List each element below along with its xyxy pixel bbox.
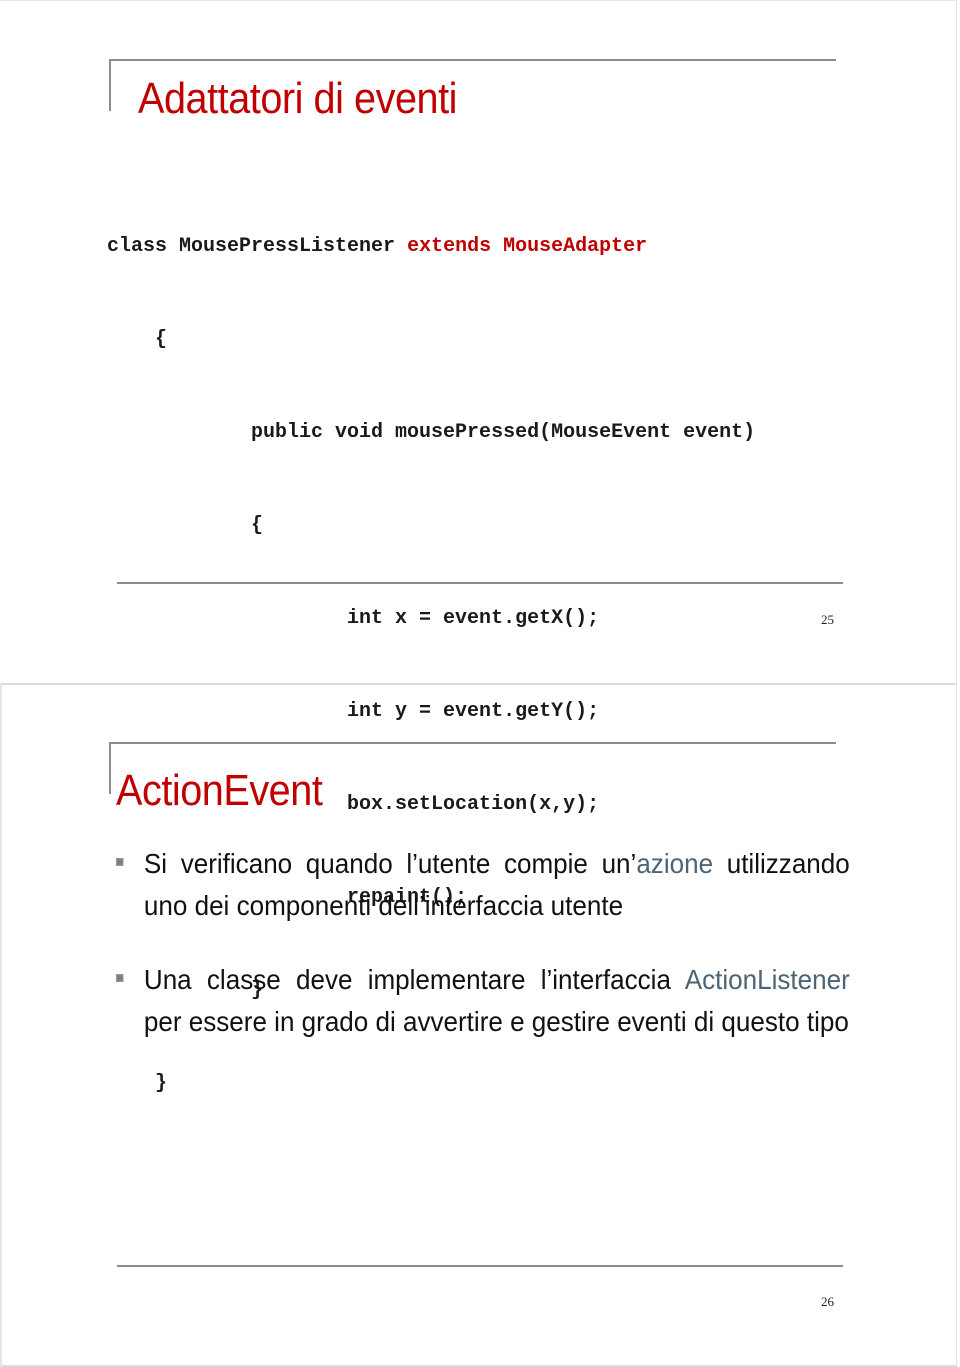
bullet-list: Si verificano quando l’utente compie un’… — [116, 843, 850, 1075]
square-bullet-icon — [116, 974, 124, 982]
bullet-text: Si verificano quando l’utente compie un’ — [143, 848, 637, 879]
slide-title: ActionEvent — [116, 766, 323, 815]
page-number: 25 — [821, 612, 834, 627]
bullet-item: Una classe deve implementare l’interfacc… — [116, 959, 850, 1043]
bullet-accent-term: azione — [636, 848, 714, 879]
code-extends-clause: extends MouseAdapter — [407, 235, 648, 258]
footer-rule — [117, 1265, 843, 1267]
bullet-item: Si verificano quando l’utente compie un’… — [116, 843, 850, 927]
slide-title: Adattatori di eventi — [138, 74, 458, 123]
bullet-text: Una classe deve implementare l’interfacc… — [143, 964, 685, 995]
bullet-text: per essere in grado di avvertire e gesti… — [143, 1006, 849, 1037]
code-line: { — [107, 514, 264, 537]
slide-25: Adattatori di eventi class MousePressLis… — [0, 0, 960, 1095]
slide-26: ActionEvent Si verificano quando l’utent… — [0, 683, 960, 1367]
footer-rule — [117, 582, 843, 584]
page-number: 26 — [821, 1294, 834, 1309]
code-line-class-declaration: class MousePressListener extends MouseAd… — [107, 231, 755, 262]
code-line: public void mousePressed(MouseEvent even… — [107, 421, 756, 444]
square-bullet-icon — [116, 858, 124, 866]
code-line: { — [107, 328, 168, 351]
code-class-name: class MousePressListener — [107, 235, 408, 258]
code-line: int x = event.getX(); — [107, 607, 600, 630]
bullet-accent-term: ActionListener — [684, 964, 850, 995]
